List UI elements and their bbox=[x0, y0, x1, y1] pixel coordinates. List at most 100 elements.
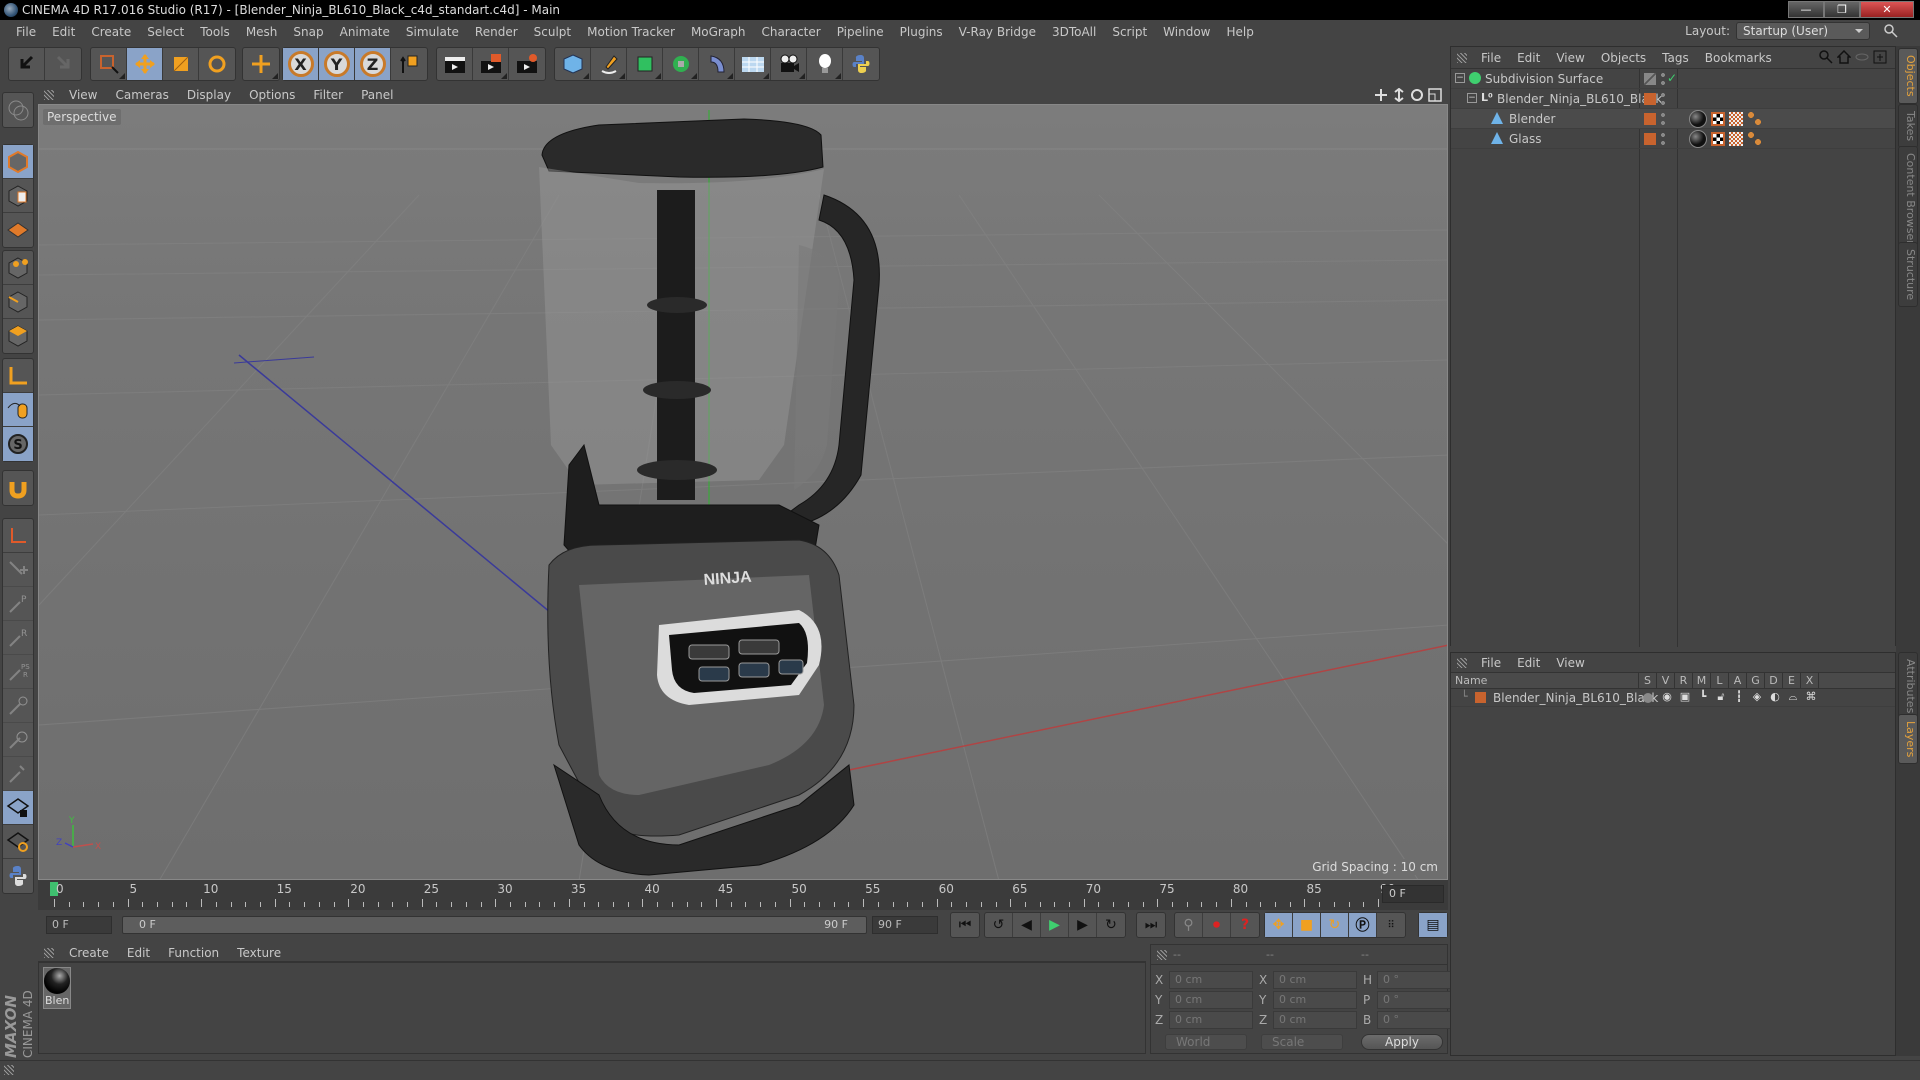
preview-range-slider[interactable]: 0 F 90 F bbox=[122, 916, 867, 934]
floor-button[interactable] bbox=[735, 48, 771, 80]
size-z-field[interactable]: 0 cm bbox=[1273, 1011, 1357, 1029]
panel-grip-icon[interactable] bbox=[1457, 52, 1467, 63]
rotate-view-icon[interactable] bbox=[1410, 88, 1424, 102]
points-mode-button[interactable] bbox=[3, 251, 33, 285]
material-tag-icon[interactable] bbox=[1689, 130, 1707, 148]
end-frame-field[interactable]: 90 F bbox=[872, 916, 938, 934]
menu-tools[interactable]: Tools bbox=[192, 25, 238, 39]
size-x-field[interactable]: 0 cm bbox=[1273, 971, 1357, 989]
rot-p-field[interactable]: 0 ° bbox=[1377, 991, 1461, 1009]
layer-color-swatch[interactable] bbox=[1644, 113, 1656, 125]
menu-window[interactable]: Window bbox=[1155, 25, 1218, 39]
panel-grip-icon[interactable] bbox=[44, 90, 54, 100]
pos-x-field[interactable]: 0 cm bbox=[1169, 971, 1253, 989]
prev-frame-button[interactable]: ◀ bbox=[1013, 913, 1041, 937]
snap-button[interactable] bbox=[3, 471, 33, 505]
col-name[interactable]: Name bbox=[1451, 673, 1639, 688]
col-locked[interactable]: L bbox=[1711, 673, 1729, 688]
z-axis-lock-button[interactable]: Z bbox=[355, 48, 391, 80]
menu-simulate[interactable]: Simulate bbox=[398, 25, 467, 39]
deformer-icon[interactable]: ◐ bbox=[1769, 691, 1781, 703]
move-tool-button[interactable] bbox=[127, 48, 163, 80]
generator-icon[interactable]: ◈ bbox=[1751, 691, 1763, 703]
point-level-key-button[interactable] bbox=[3, 723, 33, 757]
menu-help[interactable]: Help bbox=[1218, 25, 1261, 39]
viewport-menu-cameras[interactable]: Cameras bbox=[106, 88, 177, 102]
texture-mode-button[interactable] bbox=[3, 179, 33, 213]
material-tag-icon[interactable] bbox=[1689, 110, 1707, 128]
manager-hierarchy-icon[interactable]: ┗ bbox=[1697, 691, 1709, 703]
layout-dropdown[interactable]: Startup (User) bbox=[1736, 22, 1870, 40]
cloner-button[interactable] bbox=[663, 48, 699, 80]
menu-animate[interactable]: Animate bbox=[332, 25, 398, 39]
menu-render[interactable]: Render bbox=[467, 25, 526, 39]
visibility-dots-icon[interactable] bbox=[1661, 112, 1665, 126]
expression-icon[interactable]: ⌓ bbox=[1787, 691, 1799, 703]
menu-3dtoall[interactable]: 3DToAll bbox=[1044, 25, 1104, 39]
apply-button[interactable]: Apply bbox=[1361, 1034, 1443, 1050]
visibility-dots-icon[interactable] bbox=[1661, 132, 1665, 146]
uvw-tag-icon[interactable] bbox=[1711, 112, 1725, 126]
pan-view-icon[interactable] bbox=[1374, 88, 1388, 102]
toggle-view-icon[interactable] bbox=[1428, 88, 1442, 102]
prev-key-button[interactable]: ↺ bbox=[985, 913, 1013, 937]
3d-viewport[interactable]: NINJA Perspective Grid Spacing : 10 cm Y… bbox=[38, 104, 1448, 880]
add-keyframe-tool-button[interactable] bbox=[3, 553, 33, 587]
tab-objects[interactable]: Objects bbox=[1898, 48, 1918, 104]
visibility-dots-icon[interactable] bbox=[1661, 72, 1665, 86]
home-icon[interactable] bbox=[1837, 50, 1851, 64]
material-menu-edit[interactable]: Edit bbox=[118, 946, 159, 960]
menu-motion-tracker[interactable]: Motion Tracker bbox=[579, 25, 683, 39]
start-frame-field[interactable]: 0 F bbox=[46, 916, 112, 934]
last-tool-button[interactable] bbox=[243, 48, 279, 80]
parameter-key-button[interactable] bbox=[3, 689, 33, 723]
lm-menu-file[interactable]: File bbox=[1473, 656, 1509, 670]
coordinate-system-button[interactable] bbox=[391, 48, 427, 80]
record-keys-button[interactable]: ⚲ bbox=[1175, 913, 1203, 937]
camera-button[interactable] bbox=[771, 48, 807, 80]
enable-axis-button[interactable] bbox=[3, 359, 33, 393]
pos-y-field[interactable]: 0 cm bbox=[1169, 991, 1253, 1009]
phong-tag-icon[interactable] bbox=[1747, 111, 1763, 127]
uvw-tag-icon[interactable] bbox=[1711, 132, 1725, 146]
minimize-button[interactable]: — bbox=[1788, 1, 1824, 18]
panel-grip-icon[interactable] bbox=[1457, 657, 1467, 668]
col-generators[interactable]: G bbox=[1747, 673, 1765, 688]
menu-script[interactable]: Script bbox=[1104, 25, 1155, 39]
lock-workplane-button[interactable] bbox=[3, 791, 33, 825]
timeline-ruler[interactable]: 051015202530354045505560657075808590 0 F bbox=[38, 880, 1448, 910]
x-axis-lock-button[interactable]: X bbox=[283, 48, 319, 80]
col-manager[interactable]: M bbox=[1693, 673, 1711, 688]
layer-color-swatch[interactable] bbox=[1644, 133, 1656, 145]
tab-attributes[interactable]: Attributes bbox=[1898, 652, 1918, 721]
spline-pen-button[interactable] bbox=[591, 48, 627, 80]
lock-icon[interactable]: 🔓︎ bbox=[1715, 691, 1727, 703]
live-selection-button[interactable] bbox=[91, 48, 127, 80]
menu-file[interactable]: File bbox=[8, 25, 44, 39]
locked-workplane-button[interactable] bbox=[3, 519, 33, 553]
redo-button[interactable] bbox=[45, 48, 81, 80]
viewport-menu-filter[interactable]: Filter bbox=[304, 88, 352, 102]
layer-color-swatch[interactable] bbox=[1475, 692, 1486, 703]
material-menu-function[interactable]: Function bbox=[159, 946, 228, 960]
texture-tag-icon[interactable] bbox=[1729, 112, 1743, 126]
col-expressions[interactable]: E bbox=[1783, 673, 1801, 688]
visibility-icon[interactable] bbox=[1855, 50, 1869, 64]
zoom-view-icon[interactable] bbox=[1392, 88, 1406, 102]
viewport-menu-view[interactable]: View bbox=[60, 88, 106, 102]
tab-takes[interactable]: Takes bbox=[1898, 104, 1918, 149]
python-button[interactable] bbox=[843, 48, 879, 80]
undo-button[interactable] bbox=[9, 48, 45, 80]
goto-start-button[interactable]: ⏮ bbox=[951, 913, 979, 937]
new-window-icon[interactable] bbox=[1873, 50, 1887, 64]
object-row[interactable]: − L⁰ Blender_Ninja_BL610_Black bbox=[1451, 89, 1895, 109]
timeline-window-button[interactable]: ▤ bbox=[1419, 913, 1447, 937]
keyframe-selection-button[interactable]: ? bbox=[1231, 913, 1259, 937]
col-render[interactable]: R bbox=[1675, 673, 1693, 688]
col-deformers[interactable]: D bbox=[1765, 673, 1783, 688]
om-menu-objects[interactable]: Objects bbox=[1593, 51, 1654, 65]
menu-pipeline[interactable]: Pipeline bbox=[829, 25, 892, 39]
coordinate-space-dropdown[interactable]: World bbox=[1165, 1034, 1247, 1050]
viewport-menu-options[interactable]: Options bbox=[240, 88, 304, 102]
model-mode-button[interactable] bbox=[3, 145, 33, 179]
